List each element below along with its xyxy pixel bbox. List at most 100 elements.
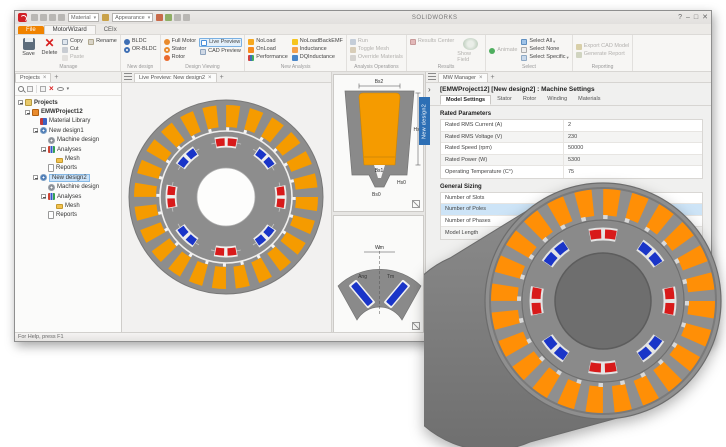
delete-button[interactable]: ✕ Delete xyxy=(40,36,59,63)
subtab-model-settings[interactable]: Model Settings xyxy=(440,95,492,105)
cad-preview-button[interactable]: CAD Preview xyxy=(199,48,242,55)
filter-dropdown-icon[interactable]: ▾ xyxy=(67,86,70,92)
expand-all-icon[interactable] xyxy=(27,86,33,92)
generate-report-button[interactable]: Generate Report xyxy=(575,51,631,58)
select-all-button[interactable]: Select All ▾ xyxy=(520,38,569,45)
override-materials-button[interactable]: Override Materials xyxy=(349,54,404,61)
tab-third[interactable]: CEIx xyxy=(96,26,125,34)
select-specific-button[interactable]: Select Specific ▾ xyxy=(520,54,569,61)
rename-button[interactable]: Rename xyxy=(87,38,118,45)
expander-icon[interactable] xyxy=(41,147,46,153)
close-icon[interactable]: × xyxy=(208,75,212,81)
copy-button[interactable]: Copy xyxy=(61,38,85,45)
tab-file[interactable]: File xyxy=(18,26,44,34)
onload-button[interactable]: OnLoad xyxy=(247,46,289,53)
export-cad-model-button[interactable]: Export CAD Model xyxy=(575,43,631,50)
animate-button[interactable]: Animate xyxy=(488,47,518,54)
dq-inductance-button[interactable]: DQInductance xyxy=(291,54,344,61)
noload-button[interactable]: NoLoad xyxy=(247,38,289,45)
tree-item-analyses1[interactable]: Analyses xyxy=(15,145,121,154)
subtab-materials[interactable]: Materials xyxy=(573,95,605,105)
cut-button[interactable]: Cut xyxy=(61,46,85,53)
full-motor-button[interactable]: Full Motor xyxy=(163,38,197,45)
tree-item-mesh2[interactable]: Mesh xyxy=(15,201,121,210)
print-icon[interactable] xyxy=(58,14,65,21)
preview-icon[interactable] xyxy=(56,87,64,91)
design-icon xyxy=(40,127,47,135)
expander-icon[interactable] xyxy=(25,109,30,115)
tree-item-projects-root[interactable]: Projects xyxy=(15,98,121,107)
noload-backemf-button[interactable]: NoLoadBackEMF xyxy=(291,38,344,45)
subtab-stator[interactable]: Stator xyxy=(492,95,517,105)
close-icon[interactable]: × xyxy=(43,75,47,81)
run-button[interactable]: Run xyxy=(349,38,404,45)
scene-icon[interactable] xyxy=(165,14,173,21)
search-icon[interactable] xyxy=(18,86,24,92)
add-tab-button[interactable]: + xyxy=(54,74,58,81)
fit-view-icon[interactable] xyxy=(412,322,420,330)
toggle-mesh-button[interactable]: Toggle Mesh xyxy=(349,46,404,53)
minimize-button[interactable]: – xyxy=(686,14,690,21)
redo-icon[interactable] xyxy=(49,14,56,21)
stator-button[interactable]: Stator xyxy=(163,46,197,53)
duplicate-icon[interactable] xyxy=(40,86,46,92)
close-button[interactable]: ✕ xyxy=(702,14,708,21)
performance-button[interactable]: Performance xyxy=(247,54,289,61)
rotor-pole-view[interactable]: Wm Tm Ang xyxy=(333,215,424,334)
rotor-icon xyxy=(163,54,170,61)
expander-icon[interactable] xyxy=(18,100,23,106)
select-none-button[interactable]: Select None xyxy=(520,46,569,53)
close-icon[interactable]: × xyxy=(479,75,483,81)
expander-icon[interactable] xyxy=(33,175,38,181)
add-icon[interactable] xyxy=(183,14,191,21)
bldc-button[interactable]: BLDC xyxy=(123,38,158,45)
tree-item-machine-design2[interactable]: Machine design xyxy=(15,183,121,192)
tree-item-new-design1[interactable]: New design1 xyxy=(15,126,121,135)
delete-item-icon[interactable]: × xyxy=(49,85,54,93)
tree-item-project[interactable]: EMWProject12 xyxy=(15,107,121,116)
subtab-winding[interactable]: Winding xyxy=(542,95,572,105)
show-field-button[interactable]: Show Field xyxy=(457,36,483,63)
tab-mw-manager[interactable]: MW Manager × xyxy=(438,73,488,82)
appearance-icon[interactable] xyxy=(156,14,164,21)
add-tab-button[interactable]: + xyxy=(491,74,495,81)
texture-icon[interactable] xyxy=(102,14,110,21)
tree-item-machine-design1[interactable]: Machine design xyxy=(15,136,121,145)
add-tab-button[interactable]: + xyxy=(220,74,224,81)
maximize-button[interactable]: □ xyxy=(694,14,698,21)
save-quick-icon[interactable] xyxy=(31,14,38,21)
results-center-button[interactable]: Results Center xyxy=(409,38,455,45)
or-bldc-button[interactable]: OR-BLDC xyxy=(123,46,158,53)
tree-item-mesh1[interactable]: Mesh xyxy=(15,154,121,163)
paste-button[interactable]: Paste xyxy=(61,54,85,61)
tree-item-new-design2[interactable]: New design2 xyxy=(15,173,121,182)
table-row[interactable]: Rated RMS Current (A) 2 xyxy=(441,120,702,132)
expander-icon[interactable] xyxy=(41,194,46,200)
subtab-rotor[interactable]: Rotor xyxy=(518,95,541,105)
tab-projects[interactable]: Projects × xyxy=(15,73,52,82)
stator-slot-view[interactable]: Bs2 Hs2 Bs1 Hs0 Bs0 xyxy=(333,74,424,212)
tree-item-material-library[interactable]: Material Library xyxy=(15,117,121,126)
reports-icon xyxy=(48,211,54,220)
tree-item-reports1[interactable]: Reports xyxy=(15,164,121,173)
save-button[interactable]: Save xyxy=(19,36,38,63)
tree-item-analyses2[interactable]: Analyses xyxy=(15,192,121,201)
tab-motorwizard[interactable]: MotorWizard xyxy=(43,25,96,34)
tree-item-reports2[interactable]: Reports xyxy=(15,211,121,220)
tab-menu-icon[interactable] xyxy=(124,73,132,80)
expander-icon[interactable] xyxy=(33,128,38,134)
inductance-button[interactable]: Inductance xyxy=(291,46,344,53)
project-tree: Projects EMWProject12 Material Library N… xyxy=(15,96,121,333)
motor-cross-section-view[interactable] xyxy=(122,83,331,333)
tab-live-preview[interactable]: Live Preview: New design2 × xyxy=(134,73,217,82)
fx-icon[interactable] xyxy=(174,14,182,21)
tab-menu-icon[interactable] xyxy=(428,73,436,80)
undo-icon[interactable] xyxy=(40,14,47,21)
rotor-button[interactable]: Rotor xyxy=(163,54,197,61)
fit-view-icon[interactable] xyxy=(412,200,420,208)
live-preview-button[interactable]: Live Preview xyxy=(199,38,243,47)
material-combo[interactable]: Material ▾ xyxy=(68,13,100,22)
help-button[interactable]: ? xyxy=(678,14,682,21)
appearance-combo[interactable]: Appearance ▾ xyxy=(112,13,154,22)
collapse-panel-icon[interactable]: › xyxy=(428,86,431,94)
